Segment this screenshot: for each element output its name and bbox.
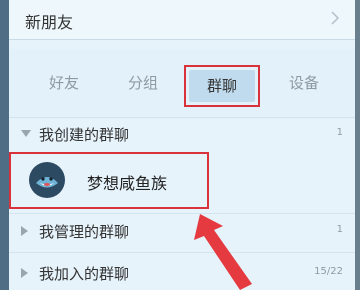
- triangle-right-icon: [21, 268, 28, 278]
- new-friends-row[interactable]: 新朋友: [9, 0, 355, 40]
- tab-friends[interactable]: 好友: [29, 72, 99, 93]
- tab-group-chat[interactable]: 群聊: [184, 65, 260, 107]
- contact-list: 新朋友 好友 分组 群聊 设备 我创建的群聊 1 我管理的群聊 1 我加入的群聊…: [9, 0, 355, 290]
- group-avatar: [29, 162, 65, 198]
- section-created-groups[interactable]: 我创建的群聊 1: [9, 117, 355, 151]
- window-edge-left: [0, 0, 9, 290]
- section-created-count: 1: [336, 127, 343, 138]
- section-joined-label: 我加入的群聊: [39, 265, 130, 283]
- separator-strip: [9, 41, 355, 49]
- section-managed-groups[interactable]: 我管理的群聊 1: [9, 214, 355, 248]
- new-friends-label: 新朋友: [25, 13, 74, 32]
- section-joined-count: 15/22: [314, 266, 343, 277]
- tab-groups[interactable]: 分组: [108, 72, 178, 93]
- triangle-right-icon: [21, 226, 28, 236]
- tab-group-chat-label: 群聊: [206, 77, 237, 95]
- group-name: 梦想咸鱼族: [87, 174, 168, 193]
- chevron-right-icon: [331, 11, 339, 25]
- section-managed-count: 1: [336, 224, 343, 235]
- triangle-down-icon: [21, 130, 31, 137]
- section-managed-label: 我管理的群聊: [39, 223, 130, 241]
- group-chat-item[interactable]: 梦想咸鱼族: [9, 152, 209, 209]
- contacts-panel: 新朋友 好友 分组 群聊 设备 我创建的群聊 1 我管理的群聊 1 我加入的群聊…: [0, 0, 360, 290]
- window-edge-right: [355, 0, 360, 290]
- section-created-label: 我创建的群聊: [39, 126, 130, 144]
- section-joined-groups[interactable]: 我加入的群聊 15/22: [9, 256, 355, 290]
- divider: [9, 252, 355, 253]
- tab-devices[interactable]: 设备: [269, 72, 339, 93]
- contact-tabs: 好友 分组 群聊 设备: [9, 49, 355, 119]
